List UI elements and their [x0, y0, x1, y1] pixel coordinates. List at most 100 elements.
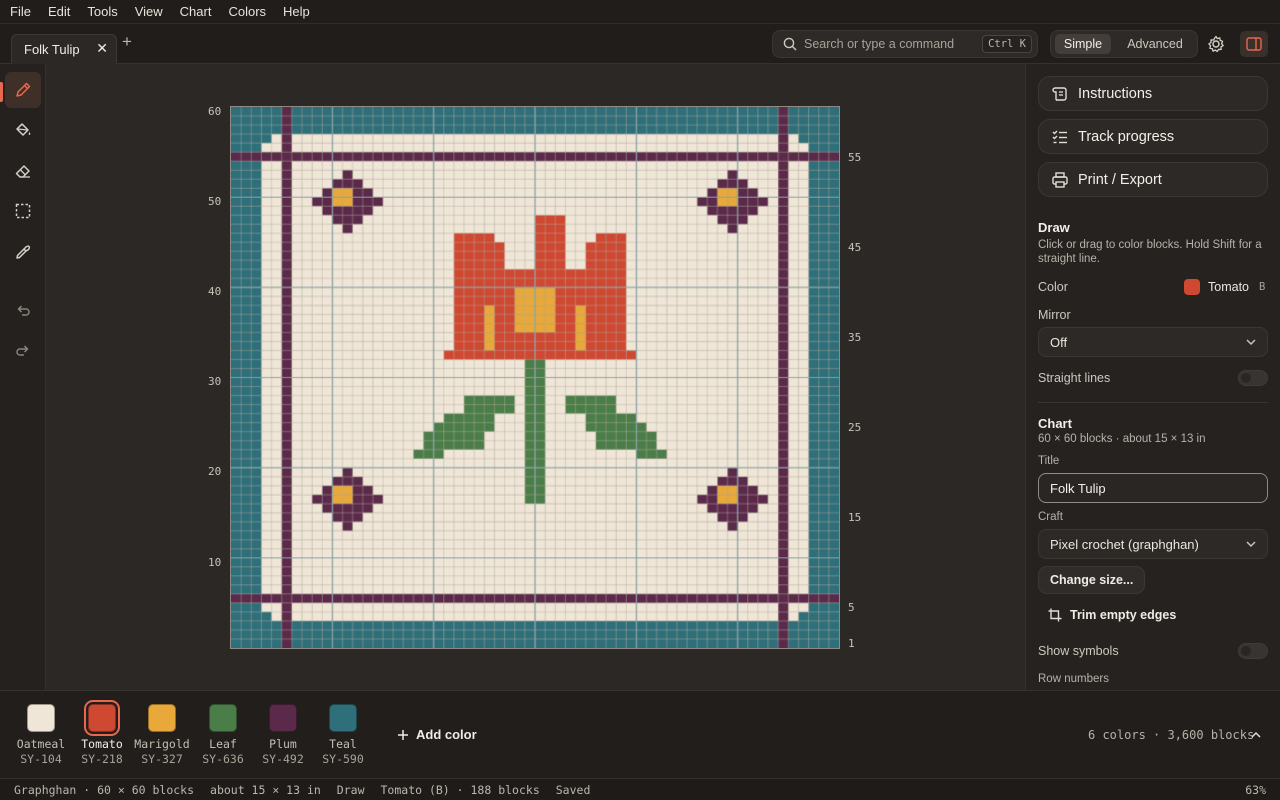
chart-section-title: Chart — [1038, 416, 1072, 431]
swatch-name: Teal — [329, 737, 357, 751]
menu-tools[interactable]: Tools — [87, 4, 117, 19]
change-size-button[interactable]: Change size... — [1038, 566, 1146, 594]
row-number: 30 — [208, 375, 222, 388]
swatch-oatmeal[interactable]: Oatmeal SY-104 — [11, 704, 71, 767]
printer-icon — [1052, 171, 1068, 188]
chevron-up-icon[interactable] — [1249, 728, 1263, 742]
redo-icon — [16, 345, 29, 356]
track-progress-button[interactable]: Track progress — [1038, 119, 1268, 154]
current-color-key: B — [1259, 281, 1266, 293]
fill-tool[interactable] — [5, 112, 41, 148]
zoom-level[interactable]: 63% — [1245, 783, 1266, 797]
current-color-name: Tomato — [1208, 280, 1249, 294]
row-number: 55 — [848, 151, 862, 164]
mirror-label: Mirror — [1038, 308, 1071, 322]
swatch-name: Plum — [269, 737, 297, 751]
row-number: 1 — [848, 637, 855, 650]
add-color-label: Add color — [416, 727, 477, 742]
mode-toggle: Simple Advanced — [1050, 30, 1198, 58]
swatch-marigold[interactable]: Marigold SY-327 — [132, 704, 192, 767]
menu-chart[interactable]: Chart — [180, 4, 212, 19]
menu-help[interactable]: Help — [283, 4, 310, 19]
row-number: 5 — [848, 601, 855, 614]
swatch-code: SY-327 — [141, 752, 183, 766]
color-chip — [209, 704, 237, 732]
command-search[interactable]: Search or type a command Ctrl K — [772, 30, 1038, 58]
undo-button[interactable] — [5, 292, 41, 328]
status-color: Tomato (B) · 188 blocks — [380, 782, 540, 797]
eraser-tool[interactable] — [5, 153, 41, 189]
pencil-icon — [16, 82, 31, 97]
pixel-grid-chart[interactable] — [230, 106, 840, 649]
title-input-value: Folk Tulip — [1050, 480, 1106, 496]
menu-colors[interactable]: Colors — [228, 4, 266, 19]
swatch-leaf[interactable]: Leaf SY-636 — [193, 704, 253, 767]
straight-lines-toggle[interactable] — [1238, 370, 1268, 386]
swatch-code: SY-590 — [322, 752, 364, 766]
chart-info: 60 × 60 blocks · about 15 × 13 in — [1038, 433, 1206, 445]
show-symbols-toggle[interactable] — [1238, 643, 1268, 659]
color-chip — [269, 704, 297, 732]
color-chip — [84, 700, 120, 736]
close-icon[interactable]: ✕ — [96, 40, 108, 57]
status-bar: Graphghan · 60 × 60 blocks about 15 × 13… — [0, 778, 1280, 800]
select-icon — [15, 203, 31, 219]
status-saved: Saved — [555, 782, 591, 797]
paint-bucket-icon — [16, 123, 31, 136]
menu-file[interactable]: File — [10, 4, 31, 19]
row-number: 60 — [208, 105, 222, 118]
row-number: 45 — [848, 241, 862, 254]
swatch-tomato[interactable]: Tomato SY-218 — [72, 700, 132, 767]
row-numbers-label: Row numbers — [1038, 673, 1109, 685]
print-export-label: Print / Export — [1078, 171, 1162, 188]
swatch-code: SY-636 — [202, 752, 244, 766]
chevron-down-icon — [1246, 541, 1256, 547]
undo-icon — [17, 305, 30, 316]
color-swatch — [1184, 279, 1200, 295]
mode-simple[interactable]: Simple — [1055, 34, 1111, 54]
mirror-select[interactable]: Off — [1038, 327, 1268, 357]
current-color[interactable]: Tomato B — [1184, 279, 1265, 295]
add-tab-icon[interactable]: + — [122, 32, 132, 52]
mode-advanced[interactable]: Advanced — [1117, 34, 1193, 54]
properties-panel: Instructions Track progress Print / Expo… — [1025, 64, 1280, 690]
swatch-teal[interactable]: Teal SY-590 — [313, 704, 373, 767]
print-export-button[interactable]: Print / Export — [1038, 162, 1268, 197]
add-color-button[interactable]: Add color — [397, 727, 477, 742]
gear-icon[interactable] — [1206, 34, 1226, 54]
track-progress-label: Track progress — [1078, 128, 1175, 145]
eraser-icon — [15, 165, 30, 178]
row-number: 10 — [208, 556, 222, 569]
swatch-name: Marigold — [134, 737, 190, 751]
draw-section-title: Draw — [1038, 220, 1070, 235]
scroll-icon — [1052, 86, 1067, 101]
pencil-tool[interactable] — [5, 72, 41, 108]
show-symbols-label: Show symbols — [1038, 644, 1119, 658]
menu-bar: File Edit Tools View Chart Colors Help — [0, 0, 1280, 24]
mirror-value: Off — [1050, 334, 1068, 350]
swatch-plum[interactable]: Plum SY-492 — [253, 704, 313, 767]
swatch-code: SY-104 — [20, 752, 62, 766]
menu-edit[interactable]: Edit — [48, 4, 70, 19]
row-number: 15 — [848, 511, 862, 524]
swatch-name: Tomato — [81, 737, 123, 751]
swatch-code: SY-218 — [81, 752, 123, 766]
tab-folk-tulip[interactable]: Folk Tulip ✕ — [11, 34, 117, 64]
color-label: Color — [1038, 280, 1068, 294]
checklist-icon — [1052, 130, 1067, 143]
swatch-name: Oatmeal — [16, 737, 66, 751]
redo-button[interactable] — [5, 332, 41, 368]
title-input[interactable]: Folk Tulip — [1038, 473, 1268, 503]
trim-edges-button[interactable]: Trim empty edges — [1048, 608, 1176, 622]
title-label: Title — [1038, 455, 1060, 467]
craft-select[interactable]: Pixel crochet (graphghan) — [1038, 529, 1268, 559]
toggle-panel-button[interactable] — [1240, 31, 1268, 57]
color-chip — [27, 704, 55, 732]
row-number: 25 — [848, 421, 862, 434]
tab-bar: Folk Tulip ✕ + Search or type a command … — [0, 24, 1280, 64]
shortcut-badge: Ctrl K — [982, 35, 1032, 53]
menu-view[interactable]: View — [135, 4, 163, 19]
eyedropper-tool[interactable] — [5, 234, 41, 270]
instructions-button[interactable]: Instructions — [1038, 76, 1268, 111]
select-tool[interactable] — [5, 193, 41, 229]
